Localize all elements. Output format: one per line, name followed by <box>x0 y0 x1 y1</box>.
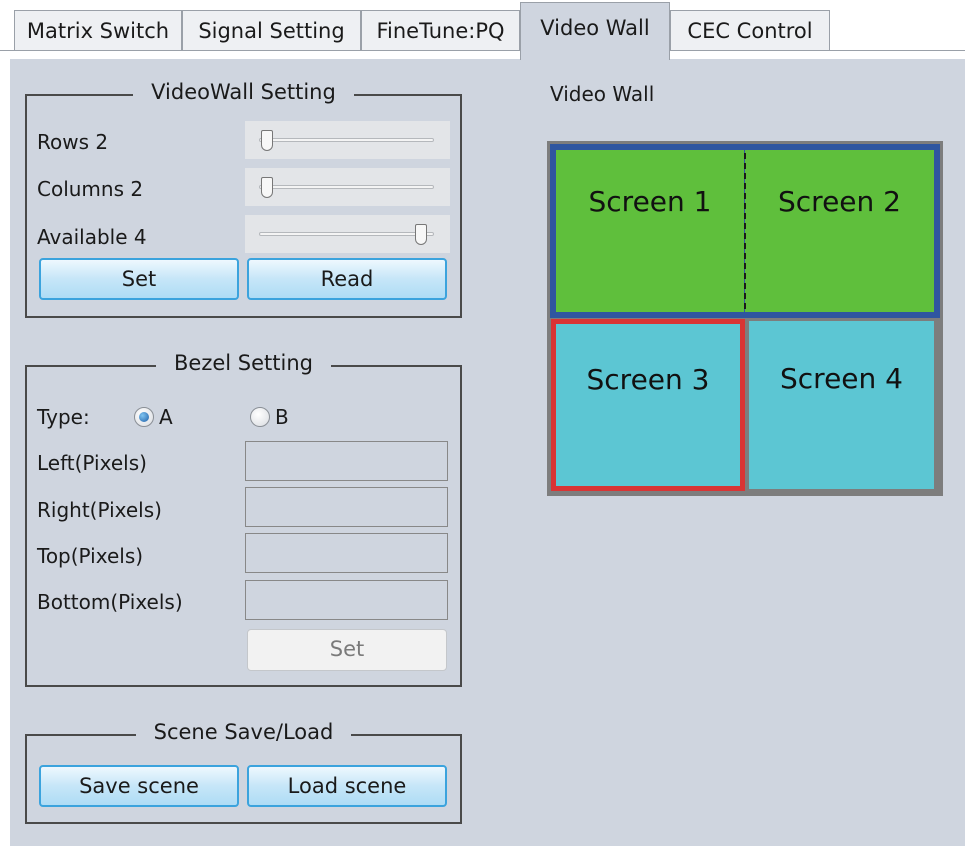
tab-finetune-pq[interactable]: FineTune:PQ <box>361 10 520 50</box>
bezel-setting-title: Bezel Setting <box>156 351 331 375</box>
save-scene-button[interactable]: Save scene <box>39 765 239 807</box>
available-slider-thumb[interactable] <box>415 224 427 245</box>
columns-label: Columns 2 <box>37 177 144 201</box>
tab-video-wall[interactable]: Video Wall <box>520 2 670 60</box>
top-pixels-field[interactable] <box>245 533 448 573</box>
columns-slider[interactable] <box>245 168 450 206</box>
type-b-label[interactable]: B <box>275 405 289 429</box>
available-slider[interactable] <box>245 215 450 253</box>
videowall-setting-group: VideoWall Setting Rows 2 Columns 2 Avail… <box>25 80 462 318</box>
screen-2[interactable]: Screen 2 <box>745 150 934 312</box>
type-b-radio[interactable] <box>250 407 270 427</box>
video-wall-title: Video Wall <box>550 82 655 106</box>
screen-1[interactable]: Screen 1 <box>556 150 744 312</box>
available-label: Available 4 <box>37 225 147 249</box>
tab-matrix-switch[interactable]: Matrix Switch <box>14 10 182 50</box>
videowall-read-button[interactable]: Read <box>247 258 447 300</box>
video-wall-preview: Screen 1 Screen 2 Screen 3 Screen 4 <box>547 141 943 496</box>
tab-signal-setting[interactable]: Signal Setting <box>182 10 361 50</box>
rows-label: Rows 2 <box>37 130 109 154</box>
left-pixels-field[interactable] <box>245 441 448 481</box>
radio-selected-dot <box>139 412 149 422</box>
load-scene-button[interactable]: Load scene <box>247 765 447 807</box>
columns-slider-thumb[interactable] <box>261 177 273 198</box>
screen-3[interactable]: Screen 3 <box>556 324 740 486</box>
videowall-set-button[interactable]: Set <box>39 258 239 300</box>
screen-4[interactable]: Screen 4 <box>749 321 934 489</box>
type-a-radio[interactable] <box>134 407 154 427</box>
scene-save-load-title: Scene Save/Load <box>135 720 352 744</box>
rows-slider[interactable] <box>245 121 450 159</box>
videowall-setting-title: VideoWall Setting <box>133 80 354 104</box>
scene-save-load-group: Scene Save/Load Save scene Load scene <box>25 720 462 824</box>
tab-cec-control[interactable]: CEC Control <box>670 10 830 50</box>
top-pixels-label: Top(Pixels) <box>37 544 144 568</box>
bezel-setting-group: Bezel Setting Type: A B Left(Pixels) Rig… <box>25 351 462 687</box>
right-pixels-label: Right(Pixels) <box>37 498 162 522</box>
tab-bar: Matrix Switch Signal Setting FineTune:PQ… <box>0 0 965 60</box>
left-pixels-label: Left(Pixels) <box>37 451 147 475</box>
rows-slider-thumb[interactable] <box>261 130 273 151</box>
type-a-label[interactable]: A <box>159 405 173 429</box>
bezel-set-button[interactable]: Set <box>247 629 447 671</box>
type-label: Type: <box>37 405 90 429</box>
right-pixels-field[interactable] <box>245 487 448 527</box>
bottom-pixels-field[interactable] <box>245 580 448 620</box>
merge-divider <box>744 153 746 309</box>
bottom-pixels-label: Bottom(Pixels) <box>37 590 183 614</box>
